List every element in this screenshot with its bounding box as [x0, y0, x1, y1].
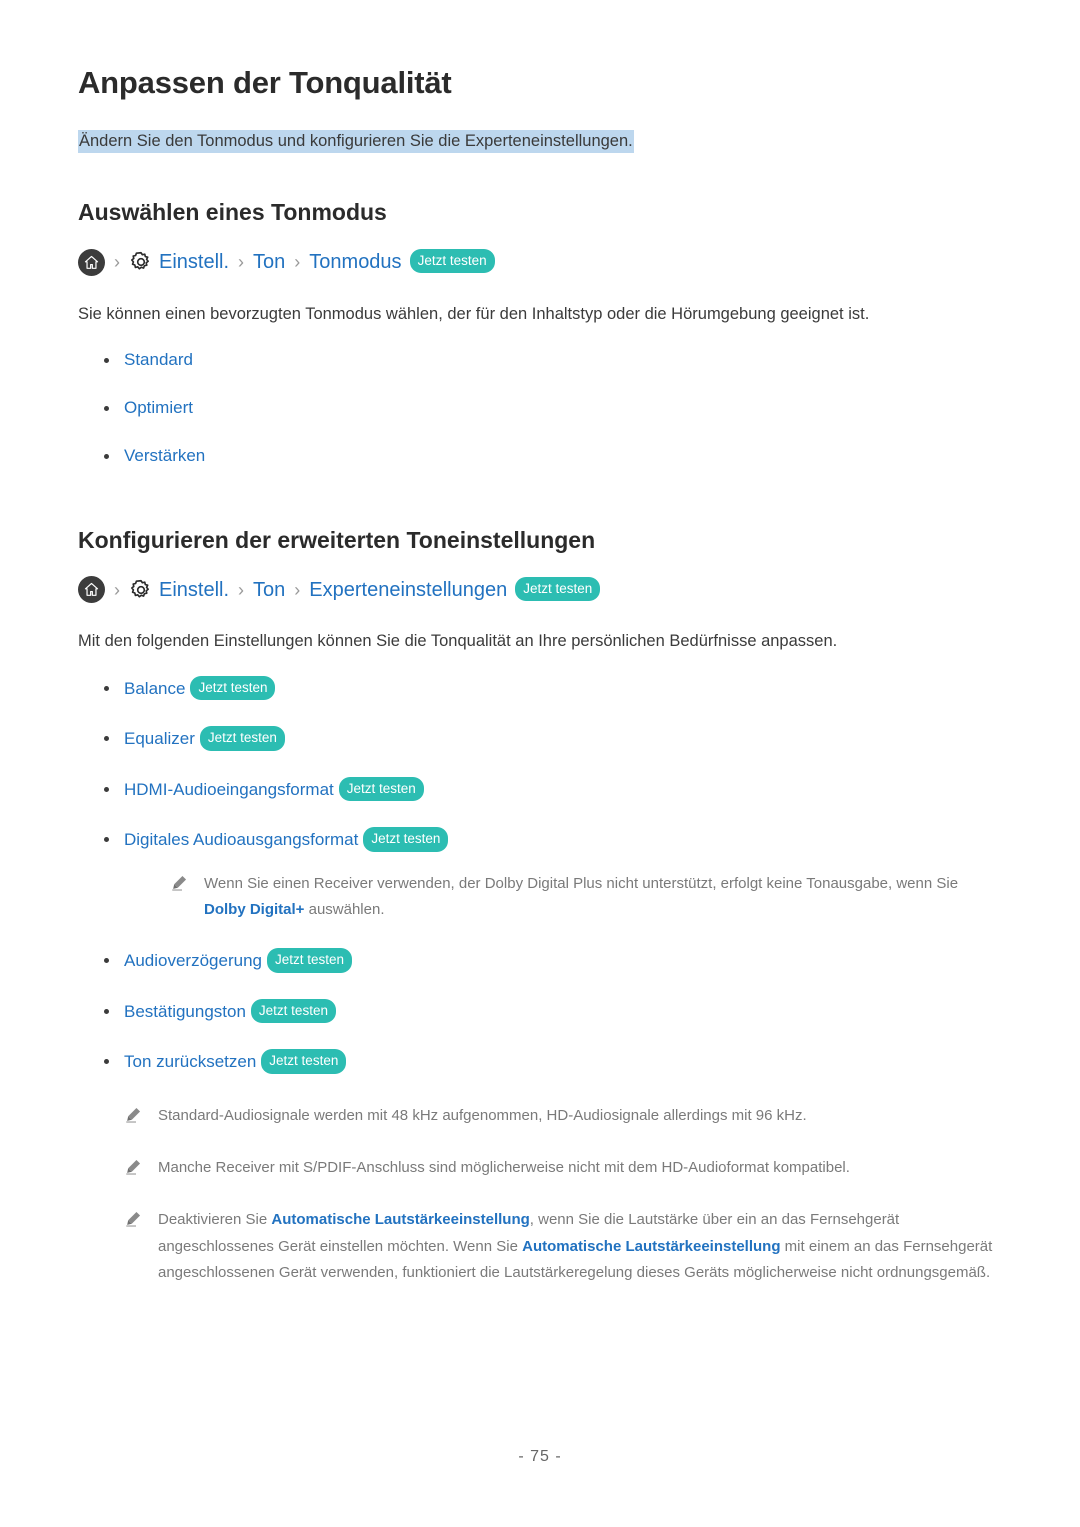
try-now-badge[interactable]: Jetzt testen — [250, 998, 336, 1024]
notes-list: Standard-Audiosignale werden mit 48 kHz … — [78, 1103, 1002, 1286]
page-subtitle-wrapper: Ändern Sie den Tonmodus und konfiguriere… — [78, 129, 1002, 154]
note-dolby-digital: Wenn Sie einen Receiver verwenden, der D… — [124, 871, 1002, 924]
pencil-icon — [124, 1158, 142, 1176]
breadcrumb-experteneinstellungen: › Einstell. › Ton › Experteneinstellunge… — [78, 576, 1002, 604]
try-now-badge[interactable]: Jetzt testen — [363, 827, 449, 852]
breadcrumb-link-experteneinstellungen[interactable]: Experteneinstellungen — [309, 578, 507, 602]
section-paragraph-tonmodus: Sie können einen bevorzugten Tonmodus wä… — [78, 304, 870, 323]
try-now-badge[interactable]: Jetzt testen — [261, 1049, 347, 1074]
list-item: Balance Jetzt testen — [78, 675, 1002, 702]
note-text-before: Wenn Sie einen Receiver verwenden, der D… — [204, 874, 959, 892]
home-icon[interactable] — [78, 248, 105, 276]
list-item: Bestätigungston Jetzt testen — [78, 998, 1002, 1025]
note-spdif-compatibility: Manche Receiver mit S/PDIF-Anschluss sin… — [78, 1155, 1002, 1181]
section-paragraph-experteneinstellungen: Mit den folgenden Einstellungen können S… — [78, 632, 838, 651]
breadcrumb-link-ton[interactable]: Ton — [253, 250, 285, 274]
section-heading-tonmodus: Auswählen eines Tonmodus — [78, 198, 387, 225]
note-text-part1: Deaktivieren Sie — [158, 1211, 272, 1229]
gear-icon[interactable] — [129, 251, 152, 274]
pencil-icon — [124, 1210, 142, 1228]
breadcrumb-link-einstell[interactable]: Einstell. — [159, 250, 229, 274]
note-highlight-dolby[interactable]: Dolby Digital+ — [204, 901, 304, 918]
breadcrumb-separator: › — [238, 579, 245, 600]
page-number: - 75 - — [518, 1448, 562, 1465]
page-title: Anpassen der Tonqualität — [78, 65, 452, 100]
list-item: Standard — [78, 349, 1002, 371]
document-page: Anpassen der Tonqualität Ändern Sie den … — [0, 0, 1080, 1527]
try-now-badge[interactable]: Jetzt testen — [338, 776, 424, 802]
breadcrumb-separator: › — [238, 252, 245, 273]
try-now-badge[interactable]: Jetzt testen — [409, 248, 495, 274]
note-text: Standard-Audiosignale werden mit 48 kHz … — [158, 1106, 807, 1124]
list-item: Optimiert — [78, 397, 1002, 419]
try-now-badge[interactable]: Jetzt testen — [199, 726, 285, 751]
home-icon[interactable] — [78, 576, 105, 604]
bullet-list-experteneinstellungen: Balance Jetzt testen Equalizer Jetzt teste… — [78, 675, 1002, 1075]
bullet-link-standard[interactable]: Standard — [124, 350, 193, 369]
bullet-link-balance[interactable]: Balance — [124, 679, 185, 698]
note-auto-volume: Deaktivieren Sie Automatische Lautstärke… — [78, 1207, 1002, 1286]
breadcrumb-separator: › — [114, 579, 120, 600]
note-text: Manche Receiver mit S/PDIF-Anschluss sin… — [158, 1159, 850, 1177]
bullet-link-ton-zuruecksetzen[interactable]: Ton zurücksetzen — [124, 1052, 256, 1071]
breadcrumb-link-ton[interactable]: Ton — [253, 578, 285, 602]
breadcrumb-link-tonmodus[interactable]: Tonmodus — [309, 250, 401, 274]
list-item: Digitales Audioausgangsformat Jetzt teste… — [78, 827, 1002, 924]
try-now-badge[interactable]: Jetzt testen — [190, 675, 276, 701]
list-item: Ton zurücksetzen Jetzt testen — [78, 1049, 1002, 1075]
list-item: Verstärken — [78, 445, 1002, 467]
note-highlight-auto-volume-1[interactable]: Automatische Lautstärkeeinstellung — [271, 1211, 529, 1228]
section-heading-experteneinstellungen: Konfigurieren der erweiterten Toneinstel… — [78, 526, 596, 553]
note-text-after: auswählen. — [304, 901, 385, 919]
bullet-link-bestaetigungston[interactable]: Bestätigungston — [124, 1002, 246, 1021]
breadcrumb-tonmodus: › Einstell. › Ton › Tonmodus Jetzt teste… — [78, 248, 1002, 276]
bullet-link-equalizer[interactable]: Equalizer — [124, 729, 195, 748]
bullet-list-tonmodus: Standard Optimiert Verstärken — [78, 349, 1002, 467]
bullet-link-optimiert[interactable]: Optimiert — [124, 398, 193, 417]
gear-icon[interactable] — [129, 578, 152, 601]
bullet-link-audioverzoegerung[interactable]: Audioverzögerung — [124, 951, 262, 970]
note-highlight-auto-volume-2[interactable]: Automatische Lautstärkeeinstellung — [522, 1238, 780, 1255]
bullet-link-hdmi-audioeingangsformat[interactable]: HDMI-Audioeingangsformat — [124, 780, 334, 799]
note-audio-sample-rate: Standard-Audiosignale werden mit 48 kHz … — [78, 1103, 1002, 1129]
breadcrumb-separator: › — [294, 252, 301, 273]
breadcrumb-separator: › — [114, 252, 120, 273]
list-item: HDMI-Audioeingangsformat Jetzt testen — [78, 776, 1002, 803]
bullet-link-digitales-audioausgangsformat[interactable]: Digitales Audioausgangsformat — [124, 830, 358, 849]
page-subtitle-highlighted: Ändern Sie den Tonmodus und konfiguriere… — [78, 130, 634, 154]
breadcrumb-separator: › — [294, 579, 301, 600]
pencil-icon — [170, 874, 188, 892]
list-item: Audioverzögerung Jetzt testen — [78, 948, 1002, 974]
page-content: Anpassen der Tonqualität Ändern Sie den … — [78, 64, 1002, 1286]
try-now-badge[interactable]: Jetzt testen — [515, 576, 601, 602]
bullet-link-verstaerken[interactable]: Verstärken — [124, 446, 205, 465]
list-item: Equalizer Jetzt testen — [78, 726, 1002, 752]
pencil-icon — [124, 1106, 142, 1124]
breadcrumb-link-einstell[interactable]: Einstell. — [159, 578, 229, 602]
try-now-badge[interactable]: Jetzt testen — [266, 948, 353, 973]
